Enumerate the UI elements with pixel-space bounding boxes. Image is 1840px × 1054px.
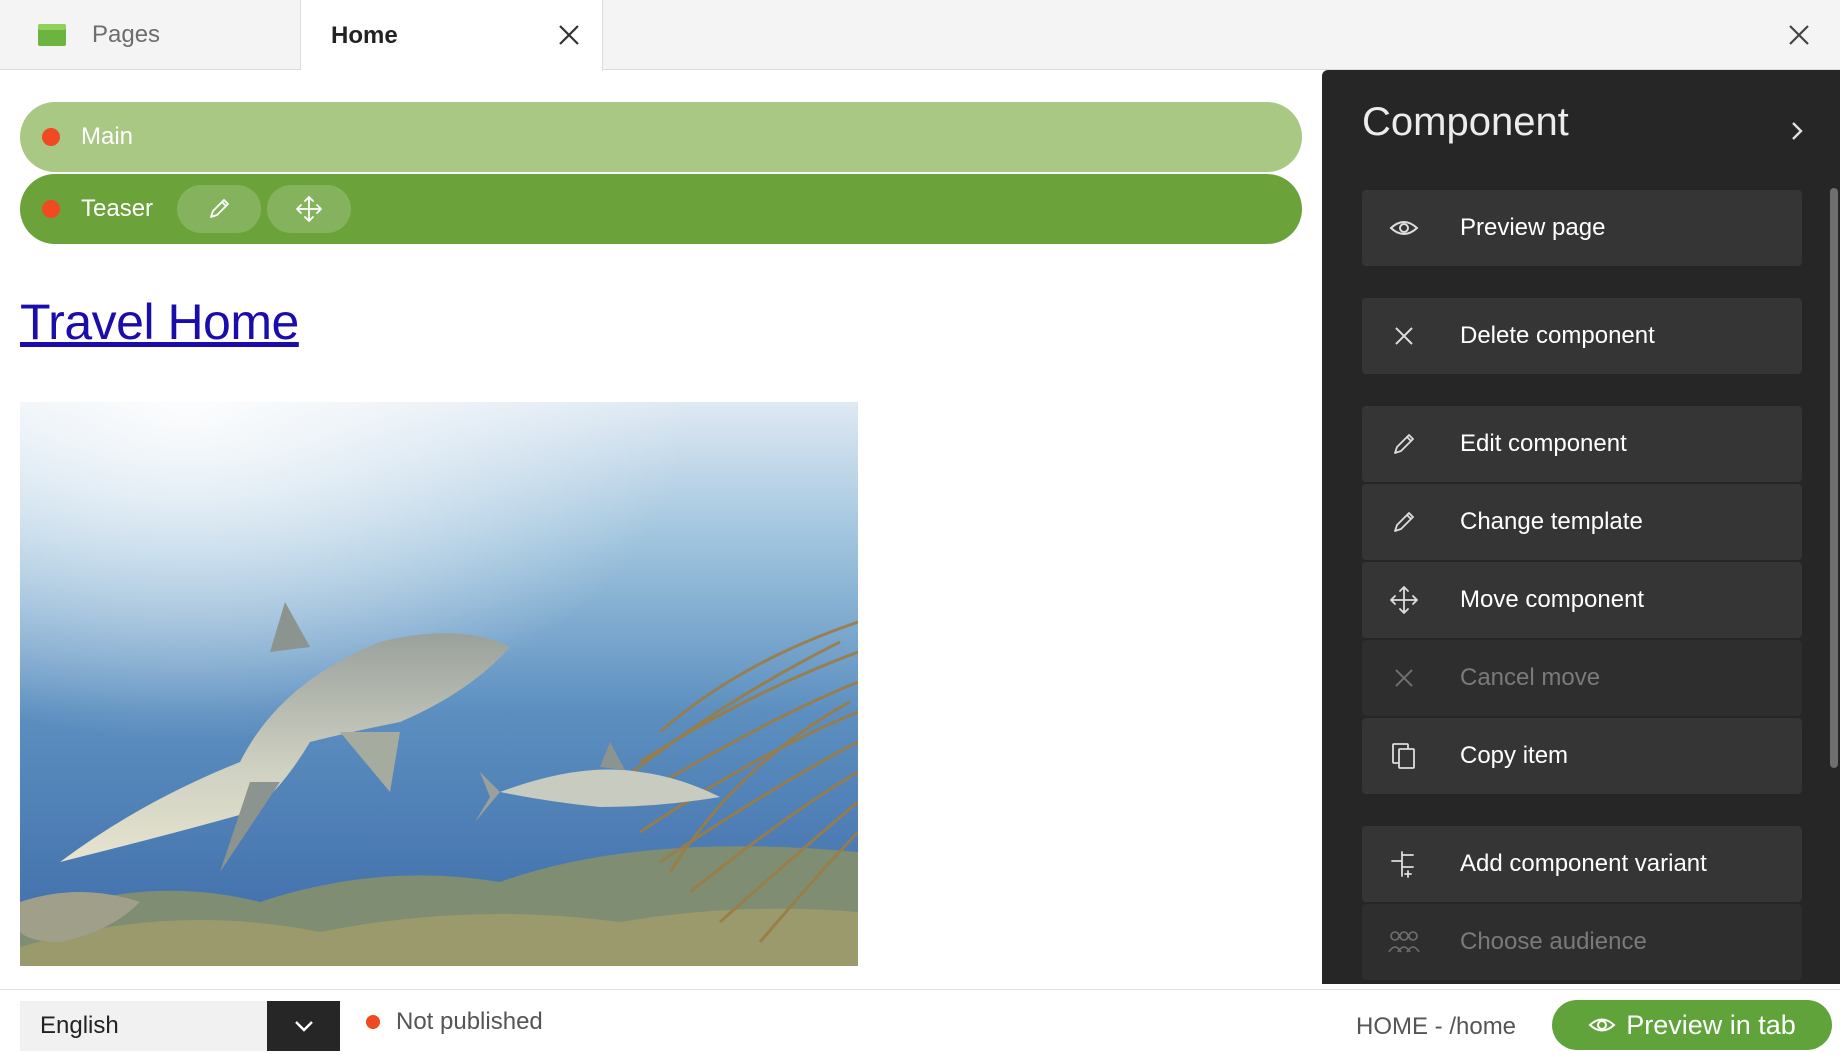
panel-scrollbar[interactable] bbox=[1830, 188, 1838, 768]
publication-status: Not published bbox=[366, 1008, 543, 1036]
move-component-button[interactable] bbox=[267, 185, 352, 233]
teaser-link-title[interactable]: Travel Home bbox=[20, 293, 299, 351]
menu-item-label: Copy item bbox=[1460, 742, 1569, 769]
status-dot bbox=[42, 128, 60, 146]
chevron-down-icon bbox=[294, 1021, 313, 1032]
language-select-toggle[interactable] bbox=[267, 1001, 340, 1051]
menu-item-label: Choose audience bbox=[1460, 928, 1647, 955]
publication-status-text: Not published bbox=[396, 1008, 543, 1035]
preview-in-tab-label: Preview in tab bbox=[1626, 1009, 1796, 1040]
menu-item-preview-page[interactable]: Preview page bbox=[1362, 190, 1802, 266]
pages-app-icon bbox=[38, 24, 66, 46]
menu-item-label: Move component bbox=[1460, 586, 1645, 613]
tab-pages[interactable]: Pages bbox=[0, 0, 301, 70]
window-close-icon[interactable] bbox=[1784, 20, 1814, 50]
eye-icon bbox=[1386, 210, 1422, 246]
menu-item-delete-component[interactable]: Delete component bbox=[1362, 298, 1802, 374]
language-select-value: English bbox=[40, 1012, 119, 1039]
menu-item-edit-component[interactable]: Edit component bbox=[1362, 406, 1802, 482]
move-icon bbox=[296, 196, 322, 222]
eye-icon bbox=[1588, 1018, 1616, 1032]
component-bar-label: Teaser bbox=[81, 195, 154, 222]
tab-home[interactable]: Home bbox=[301, 0, 603, 71]
status-dot bbox=[366, 1015, 380, 1029]
menu-item-label: Add component variant bbox=[1460, 850, 1707, 877]
tab-pages-label: Pages bbox=[92, 21, 161, 48]
status-dot bbox=[42, 200, 60, 218]
chevron-right-icon[interactable] bbox=[1784, 118, 1810, 144]
menu-item-label: Edit component bbox=[1460, 430, 1627, 457]
pencil-icon bbox=[210, 199, 229, 218]
tab-home-label: Home bbox=[331, 21, 398, 49]
page-canvas: Main Teaser Travel Home bbox=[0, 71, 1322, 989]
area-bar-main[interactable]: Main bbox=[20, 102, 1302, 172]
preview-in-tab-button[interactable]: Preview in tab bbox=[1552, 1000, 1832, 1050]
status-bar: English Not published HOME - /home Previ… bbox=[0, 989, 1840, 1054]
component-bar-teaser[interactable]: Teaser bbox=[20, 174, 1302, 244]
teaser-image bbox=[20, 402, 858, 966]
app-window: Pages Home Main Teaser Travel Home Compo… bbox=[0, 0, 1840, 1054]
menu-item-label: Preview page bbox=[1460, 214, 1606, 241]
menu-item-label: Change template bbox=[1460, 508, 1643, 535]
pencil-icon bbox=[1386, 504, 1422, 540]
menu-item-add-component-variant[interactable]: Add component variant bbox=[1362, 826, 1802, 902]
menu-item-label: Delete component bbox=[1460, 322, 1655, 349]
pencil-icon bbox=[1386, 426, 1422, 462]
menu-item-label: Cancel move bbox=[1460, 664, 1601, 691]
language-select[interactable]: English bbox=[20, 1001, 340, 1051]
close-icon bbox=[1386, 660, 1422, 696]
menu-item-copy-item[interactable]: Copy item bbox=[1362, 718, 1802, 794]
area-bar-label: Main bbox=[81, 123, 134, 150]
close-icon bbox=[1386, 318, 1422, 354]
component-actions-panel: Component Preview page Delete component … bbox=[1322, 70, 1840, 984]
menu-item-cancel-move: Cancel move bbox=[1362, 640, 1802, 716]
audience-icon bbox=[1386, 924, 1422, 960]
menu-item-change-template[interactable]: Change template bbox=[1362, 484, 1802, 560]
tab-bar: Pages Home bbox=[0, 0, 1840, 71]
move-icon bbox=[1386, 582, 1422, 618]
page-path: HOME - /home bbox=[1356, 1013, 1517, 1040]
close-icon[interactable] bbox=[556, 22, 582, 48]
copy-icon bbox=[1386, 738, 1422, 774]
panel-title: Component bbox=[1362, 100, 1569, 144]
variant-icon bbox=[1386, 846, 1422, 882]
menu-item-choose-audience: Choose audience bbox=[1362, 904, 1802, 980]
menu-item-move-component[interactable]: Move component bbox=[1362, 562, 1802, 638]
edit-component-button[interactable] bbox=[177, 185, 262, 233]
